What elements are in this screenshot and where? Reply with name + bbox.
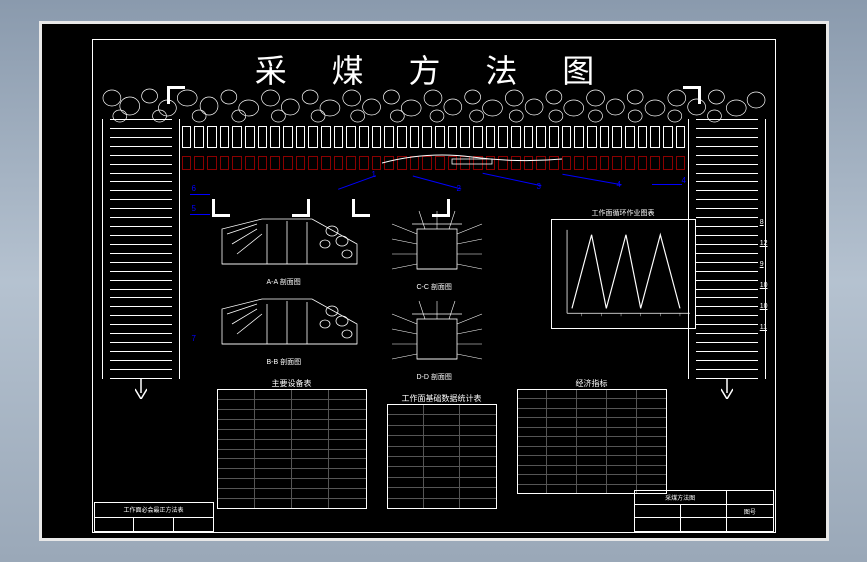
right-callout-numbers: 8 12 9 10 10 11 [760,219,768,331]
section-a-detail [217,209,362,279]
leader-number: 6 [192,184,196,193]
face-statistics-table: 工作面基础数据统计表 [387,404,497,509]
table-title: 主要设备表 [218,378,366,389]
graph-title: 工作面循环作业图表 [552,208,695,218]
table-title: 工作面基础数据统计表 [388,393,496,404]
leader-number: 4 [682,176,686,185]
callout-number: 10 [760,282,768,289]
conveyor-shearer [382,152,562,164]
drawing-name: 采煤方法图 [635,491,727,504]
section-d-detail [377,299,497,374]
table-title: 经济指标 [518,378,666,389]
leader-line [190,214,210,215]
leader-number: 1 [372,170,376,179]
left-block-label: 工作面必会最正方法表 [95,503,213,517]
leader-number: 4 [617,180,621,189]
callout-number: 10 [760,303,768,310]
callout-number: 12 [760,240,768,247]
drawing-frame: 采 煤 方 法 图 [39,21,829,541]
leader-line [190,194,210,195]
section-b-detail [217,289,362,359]
callout-number: 11 [760,324,768,331]
right-gate-road [688,119,766,399]
hydraulic-supports-row [182,126,686,148]
goaf-rubble-zone [102,86,766,124]
equipment-table: 主要设备表 [217,389,367,509]
section-a-label: A-A 剖面图 [267,277,301,287]
section-b-label: B-B 剖面图 [267,357,302,367]
cycle-operation-graph: 工作面循环作业图表 [551,219,696,329]
callout-number: 9 [760,261,768,268]
section-d-label: D-D 剖面图 [417,372,452,382]
leader-number: 2 [457,184,461,193]
left-title-block: 工作面必会最正方法表 [94,502,214,532]
plan-view [102,86,766,191]
section-c-detail [377,209,497,284]
leader-line [652,184,682,185]
callout-number: 8 [760,219,768,226]
section-c-label: C-C 剖面图 [417,282,452,292]
drawing-title-block: 采煤方法图 图号 [634,490,774,532]
arrow-icon [721,379,733,399]
leader-number: 5 [192,204,196,213]
leader-number: 7 [192,334,196,343]
leader-number: 3 [537,182,541,191]
sheet-label: 图号 [727,505,772,518]
arrow-icon [135,379,147,399]
economic-indicators-table: 经济指标 [517,389,667,494]
left-gate-road [102,119,180,399]
